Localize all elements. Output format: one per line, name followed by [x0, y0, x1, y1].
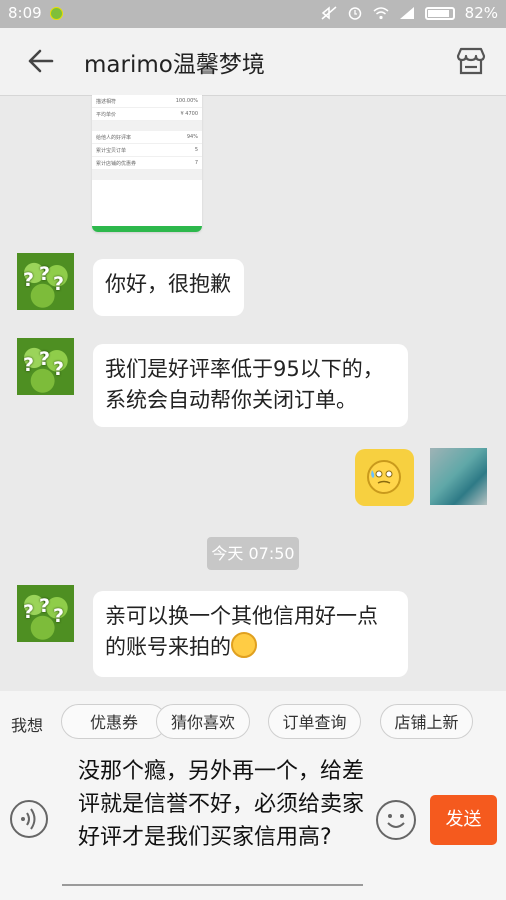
- mute-icon: [321, 6, 337, 20]
- preview-row: 描述相符 100.00%: [92, 95, 202, 108]
- wifi-icon: [373, 7, 389, 20]
- seller-avatar[interactable]: ???: [17, 338, 74, 395]
- image-message[interactable]: 描述相符 100.00% 平均单价 ¥ 4700 给他人的好评率 94% 累计宝贝订单…: [92, 95, 202, 232]
- chat-title: marimo温馨梦境: [84, 52, 265, 78]
- message-bubble: 我们是好评率低于95以下的，系统会自动帮你关闭订单。: [93, 344, 408, 427]
- status-icons: 82%: [321, 4, 498, 22]
- status-time: 8:09: [8, 4, 42, 22]
- input-underline: [62, 884, 363, 886]
- emoji-icon[interactable]: [376, 800, 416, 840]
- preview-bottom-bar: [92, 226, 202, 232]
- chat-area[interactable]: 描述相符 100.00% 平均单价 ¥ 4700 给他人的好评率 94% 累计宝贝订单…: [0, 95, 506, 691]
- chip-order-query[interactable]: 订单查询: [268, 704, 361, 739]
- chip-new-arrivals[interactable]: 店铺上新: [380, 704, 473, 739]
- voice-icon[interactable]: [10, 800, 48, 838]
- preview-row: 平均单价 ¥ 4700: [92, 108, 202, 121]
- chip-coupons[interactable]: 优惠券: [61, 704, 167, 739]
- emoji-message[interactable]: [355, 449, 414, 506]
- preview-row: 累计店铺的优惠券 7: [92, 157, 202, 170]
- seller-avatar[interactable]: ???: [17, 253, 74, 310]
- time-separator: 今天 07:50: [207, 537, 299, 570]
- user-avatar[interactable]: [430, 448, 487, 505]
- chip-recommend[interactable]: 猜你喜欢: [156, 704, 250, 739]
- battery-percent: 82%: [464, 4, 498, 22]
- message-bubble: 亲可以换一个其他信用好一点的账号来拍的: [93, 591, 408, 677]
- arrow-left-icon[interactable]: [22, 46, 56, 76]
- quick-bar-label: 我想: [11, 716, 44, 735]
- preview-row: 给他人的好评率 94%: [92, 131, 202, 144]
- chat-header: marimo温馨梦境: [0, 28, 506, 96]
- store-icon[interactable]: [454, 44, 488, 78]
- preview-row: 累计宝贝订单 5: [92, 144, 202, 157]
- signal-icon: [399, 7, 414, 19]
- message-bubble: 你好，很抱歉: [93, 259, 244, 316]
- status-bar: 8:09 82%: [0, 0, 506, 28]
- send-button[interactable]: 发送: [430, 795, 497, 845]
- laughing-emoji-icon: [231, 632, 257, 658]
- input-area: 我想 优惠券 猜你喜欢 订单查询 店铺上新 没那个瘾，另外再一个，给差评就是信誉…: [0, 691, 506, 900]
- app-notification-icon: [50, 7, 63, 20]
- sweat-emoji-icon: [367, 460, 401, 494]
- battery-icon: [424, 6, 455, 20]
- alarm-icon: [348, 7, 361, 20]
- seller-avatar[interactable]: ???: [17, 585, 74, 642]
- message-input[interactable]: 没那个瘾，另外再一个，给差评就是信誉不好，必须给卖家好评才是我们买家信用高?: [78, 755, 368, 854]
